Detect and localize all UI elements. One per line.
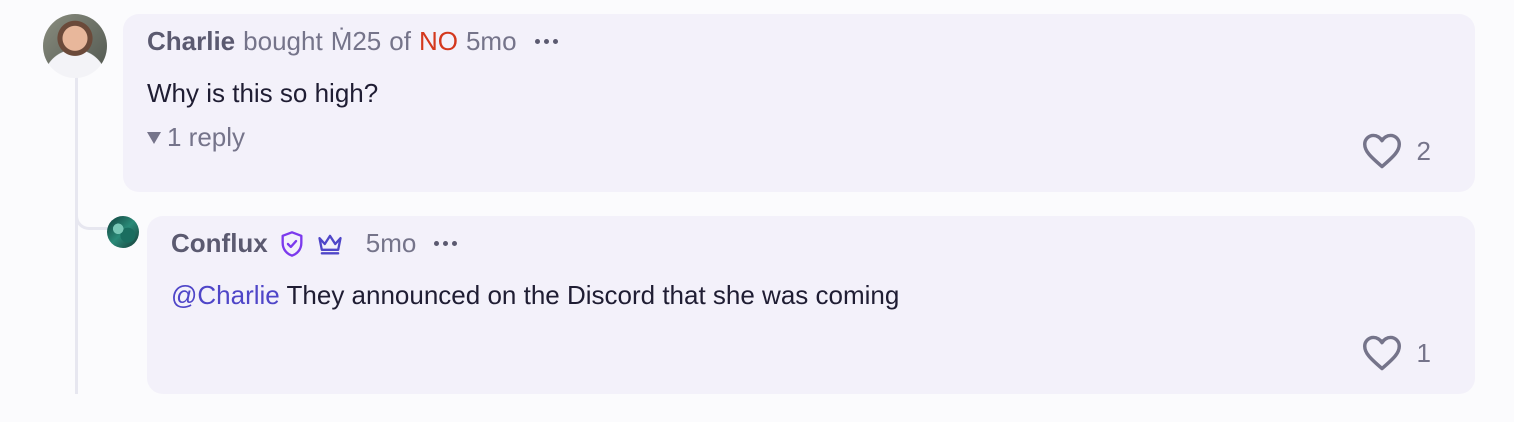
replies-label: 1 reply — [167, 122, 246, 152]
mention-link[interactable]: @Charlie — [171, 280, 280, 310]
caret-down-icon — [147, 131, 161, 144]
replies-toggle[interactable]: 1 reply — [147, 122, 245, 153]
thread-line — [75, 76, 78, 394]
reply-body: They announced on the Discord that she w… — [279, 280, 900, 310]
comment-text: Why is this so high? — [147, 78, 379, 108]
bet-of: of — [389, 26, 411, 56]
like-button[interactable]: 1 — [1361, 334, 1431, 372]
heart-icon — [1362, 335, 1401, 371]
reply-text: @Charlie They announced on the Discord t… — [171, 280, 899, 311]
comment-card: Charlie bought Ṁ25 of NO 5mo Why is this… — [123, 14, 1475, 192]
comment-time[interactable]: 5mo — [366, 228, 417, 259]
comment-header: Charlie bought Ṁ25 of NO 5mo — [147, 26, 558, 57]
avatar[interactable] — [107, 216, 139, 248]
like-count: 1 — [1416, 337, 1431, 368]
reply-header: Conflux 5mo — [171, 228, 458, 259]
like-button[interactable]: 2 — [1361, 132, 1431, 170]
more-horizontal-icon[interactable] — [434, 241, 458, 246]
heart-icon — [1362, 133, 1401, 169]
more-horizontal-icon[interactable] — [534, 39, 558, 44]
author-name[interactable]: Charlie — [147, 26, 235, 57]
reply-card: Conflux 5mo @Charlie They announced on t… — [147, 216, 1475, 394]
crown-icon — [318, 234, 342, 254]
like-count: 2 — [1416, 135, 1431, 166]
bet-amount: Ṁ25 — [330, 26, 382, 56]
avatar[interactable] — [43, 14, 107, 78]
comment-time[interactable]: 5mo — [466, 26, 517, 57]
bet-action: bought — [243, 26, 323, 56]
shield-check-icon — [281, 230, 303, 257]
author-name[interactable]: Conflux — [171, 228, 268, 259]
comment-thread: Charlie bought Ṁ25 of NO 5mo Why is this… — [0, 0, 1514, 422]
bet-outcome: NO — [418, 26, 458, 56]
reply-connector — [75, 190, 111, 230]
